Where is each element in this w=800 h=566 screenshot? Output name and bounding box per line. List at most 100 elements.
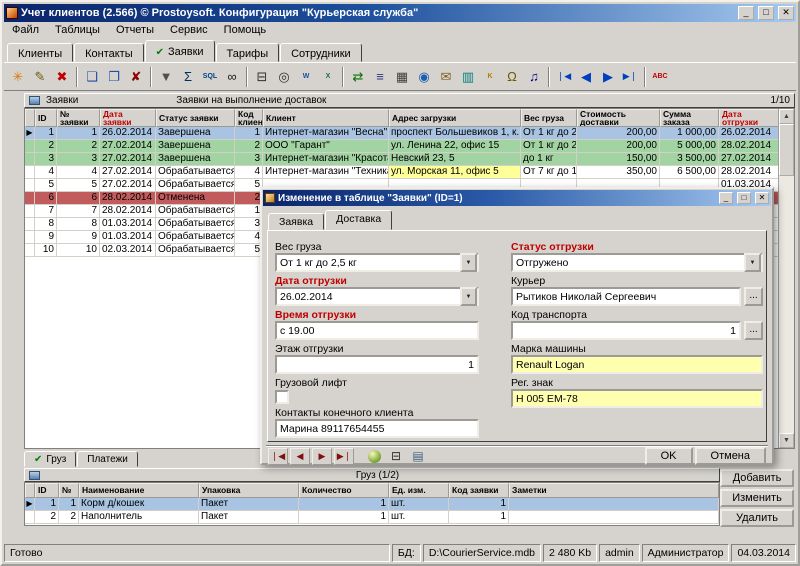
column-header[interactable]: Клиент xyxy=(263,109,389,127)
column-header[interactable]: Дата заявки xyxy=(100,109,156,127)
table-row[interactable]: 22НаполнительПакет1шт.1 xyxy=(25,511,719,524)
column-header[interactable]: Адрес загрузки xyxy=(389,109,521,127)
dialog-tab-доставка[interactable]: Доставка xyxy=(325,210,392,230)
column-header[interactable]: Вес груза xyxy=(521,109,577,127)
add-record-button[interactable]: ✳ xyxy=(7,66,29,88)
title-bar[interactable]: Учет клиентов (2.566) © Prostoysoft. Кон… xyxy=(4,4,796,22)
ship-status-input[interactable] xyxy=(511,253,763,272)
dialog-minimize-button[interactable]: _ xyxy=(719,192,733,204)
tab-тарифы[interactable]: Тарифы xyxy=(216,43,280,62)
scroll-thumb[interactable] xyxy=(779,124,794,176)
weight-input[interactable] xyxy=(275,253,479,272)
dialog-close-button[interactable]: ✕ xyxy=(755,192,769,204)
table-row[interactable]: 3327.02.2014Завершена3Интернет-магазин "… xyxy=(25,153,778,166)
column-header[interactable]: Сумма заказа xyxy=(660,109,719,127)
notes-button[interactable]: ♫ xyxy=(523,66,545,88)
dialog-print-button[interactable]: ⊟ xyxy=(386,448,406,465)
column-header[interactable]: ID xyxy=(35,483,59,498)
weight-dropdown-icon[interactable]: ▼ xyxy=(460,253,477,272)
menu-item-3[interactable]: Сервис xyxy=(162,23,216,38)
dialog-update-button[interactable] xyxy=(364,448,384,465)
paste-record-button[interactable]: ❐ xyxy=(103,66,125,88)
export-word-button[interactable]: W xyxy=(295,66,317,88)
nav-prev-button[interactable]: ◀ xyxy=(575,66,597,88)
ship-date-dropdown-icon[interactable]: ▼ xyxy=(460,287,477,306)
table-row[interactable]: 2227.02.2014Завершена2ООО "Гарант"ул. Ле… xyxy=(25,140,778,153)
transport-picker-button[interactable]: ... xyxy=(744,321,763,340)
scroll-down-icon[interactable]: ▼ xyxy=(779,433,794,448)
cancel-button[interactable]: Отмена xyxy=(695,447,766,465)
subtab-груз[interactable]: ✔Груз xyxy=(24,451,76,467)
tree-view-button[interactable]: ≡ xyxy=(369,66,391,88)
column-header[interactable]: Упаковка xyxy=(199,483,299,498)
maximize-button[interactable]: □ xyxy=(758,6,774,20)
copy-record-button[interactable]: ❏ xyxy=(81,66,103,88)
sql-button[interactable]: SQL xyxy=(199,66,221,88)
column-header[interactable]: Дата отгрузки xyxy=(719,109,778,127)
column-header[interactable]: Заметки xyxy=(509,483,719,498)
column-header[interactable]: Стоимость доставки xyxy=(577,109,660,127)
удалить-button[interactable]: Удалить xyxy=(720,509,794,527)
column-header[interactable]: Код клиента xyxy=(235,109,263,127)
table-row[interactable]: 4427.02.2014Обрабатывается4Интернет-мага… xyxy=(25,166,778,179)
menu-item-4[interactable]: Помощь xyxy=(216,23,275,38)
lock-button[interactable]: Ω xyxy=(501,66,523,88)
courier-picker-button[interactable]: ... xyxy=(744,287,763,306)
dialog-card-button[interactable]: ▤ xyxy=(408,448,428,465)
menu-item-1[interactable]: Таблицы xyxy=(47,23,108,38)
tab-сотрудники[interactable]: Сотрудники xyxy=(280,43,362,62)
sum-button[interactable]: Σ xyxy=(177,66,199,88)
transport-code-input[interactable] xyxy=(511,321,741,340)
edit-record-button[interactable]: ✎ xyxy=(29,66,51,88)
изменить-button[interactable]: Изменить xyxy=(720,489,794,507)
courier-input[interactable] xyxy=(511,287,741,306)
column-header[interactable]: Статус заявки xyxy=(156,109,235,127)
table-row[interactable]: ▶11Корм д/кошекПакет1шт.1 xyxy=(25,498,719,511)
table-row[interactable]: ▶1126.02.2014Завершена1Интернет-магазин … xyxy=(25,127,778,140)
dialog-tab-заявка[interactable]: Заявка xyxy=(268,213,324,230)
ship-time-input[interactable] xyxy=(275,321,479,340)
column-header[interactable]: ID xyxy=(35,109,57,127)
car-model-input[interactable] xyxy=(511,355,763,374)
calculator-button[interactable]: ▦ xyxy=(391,66,413,88)
plate-input[interactable] xyxy=(511,389,763,408)
export-excel-button[interactable]: X xyxy=(317,66,339,88)
tab-контакты[interactable]: Контакты xyxy=(74,43,144,62)
dialog-maximize-button[interactable]: □ xyxy=(737,192,751,204)
ship-status-dropdown-icon[interactable]: ▼ xyxy=(744,253,761,272)
column-header[interactable]: Код заявки xyxy=(449,483,509,498)
nav-last-button[interactable]: ▶❘ xyxy=(619,66,641,88)
menu-item-0[interactable]: Файл xyxy=(4,23,47,38)
key-button[interactable]: K xyxy=(479,66,501,88)
freight-lift-checkbox[interactable] xyxy=(275,390,289,404)
spellcheck-button[interactable]: ABC xyxy=(649,66,671,88)
nav-next-button[interactable]: ▶ xyxy=(597,66,619,88)
nav-first-button[interactable]: ❘◀ xyxy=(553,66,575,88)
column-header[interactable]: Ед. изм. xyxy=(389,483,449,498)
print-button[interactable]: ⊟ xyxy=(251,66,273,88)
globe-button[interactable]: ◉ xyxy=(413,66,435,88)
tab-заявки[interactable]: ✔Заявки xyxy=(145,40,215,62)
chart-button[interactable]: ▥ xyxy=(457,66,479,88)
ok-button[interactable]: OK xyxy=(645,447,693,465)
filter-button[interactable]: ▼ xyxy=(155,66,177,88)
scroll-up-icon[interactable]: ▲ xyxy=(779,109,794,124)
end-client-contacts-input[interactable] xyxy=(275,419,479,438)
search-button[interactable]: ∞ xyxy=(221,66,243,88)
column-header[interactable]: № заявки xyxy=(57,109,100,127)
dialog-nav-first-button[interactable]: ❘◀ xyxy=(268,448,288,465)
column-header[interactable]: Количество xyxy=(299,483,389,498)
column-header[interactable]: Наименование xyxy=(79,483,199,498)
subtab-платежи[interactable]: Платежи xyxy=(77,451,138,467)
ship-date-input[interactable] xyxy=(275,287,479,306)
menu-item-2[interactable]: Отчеты xyxy=(108,23,162,38)
refresh-button[interactable]: ⇄ xyxy=(347,66,369,88)
mail-button[interactable]: ✉ xyxy=(435,66,457,88)
clear-record-button[interactable]: ✘ xyxy=(125,66,147,88)
preview-button[interactable]: ◎ xyxy=(273,66,295,88)
tab-клиенты[interactable]: Клиенты xyxy=(7,43,73,62)
column-header[interactable]: № xyxy=(59,483,79,498)
vertical-scrollbar[interactable]: ▲ ▼ xyxy=(778,109,794,448)
floor-input[interactable] xyxy=(275,355,479,374)
close-button[interactable]: ✕ xyxy=(778,6,794,20)
